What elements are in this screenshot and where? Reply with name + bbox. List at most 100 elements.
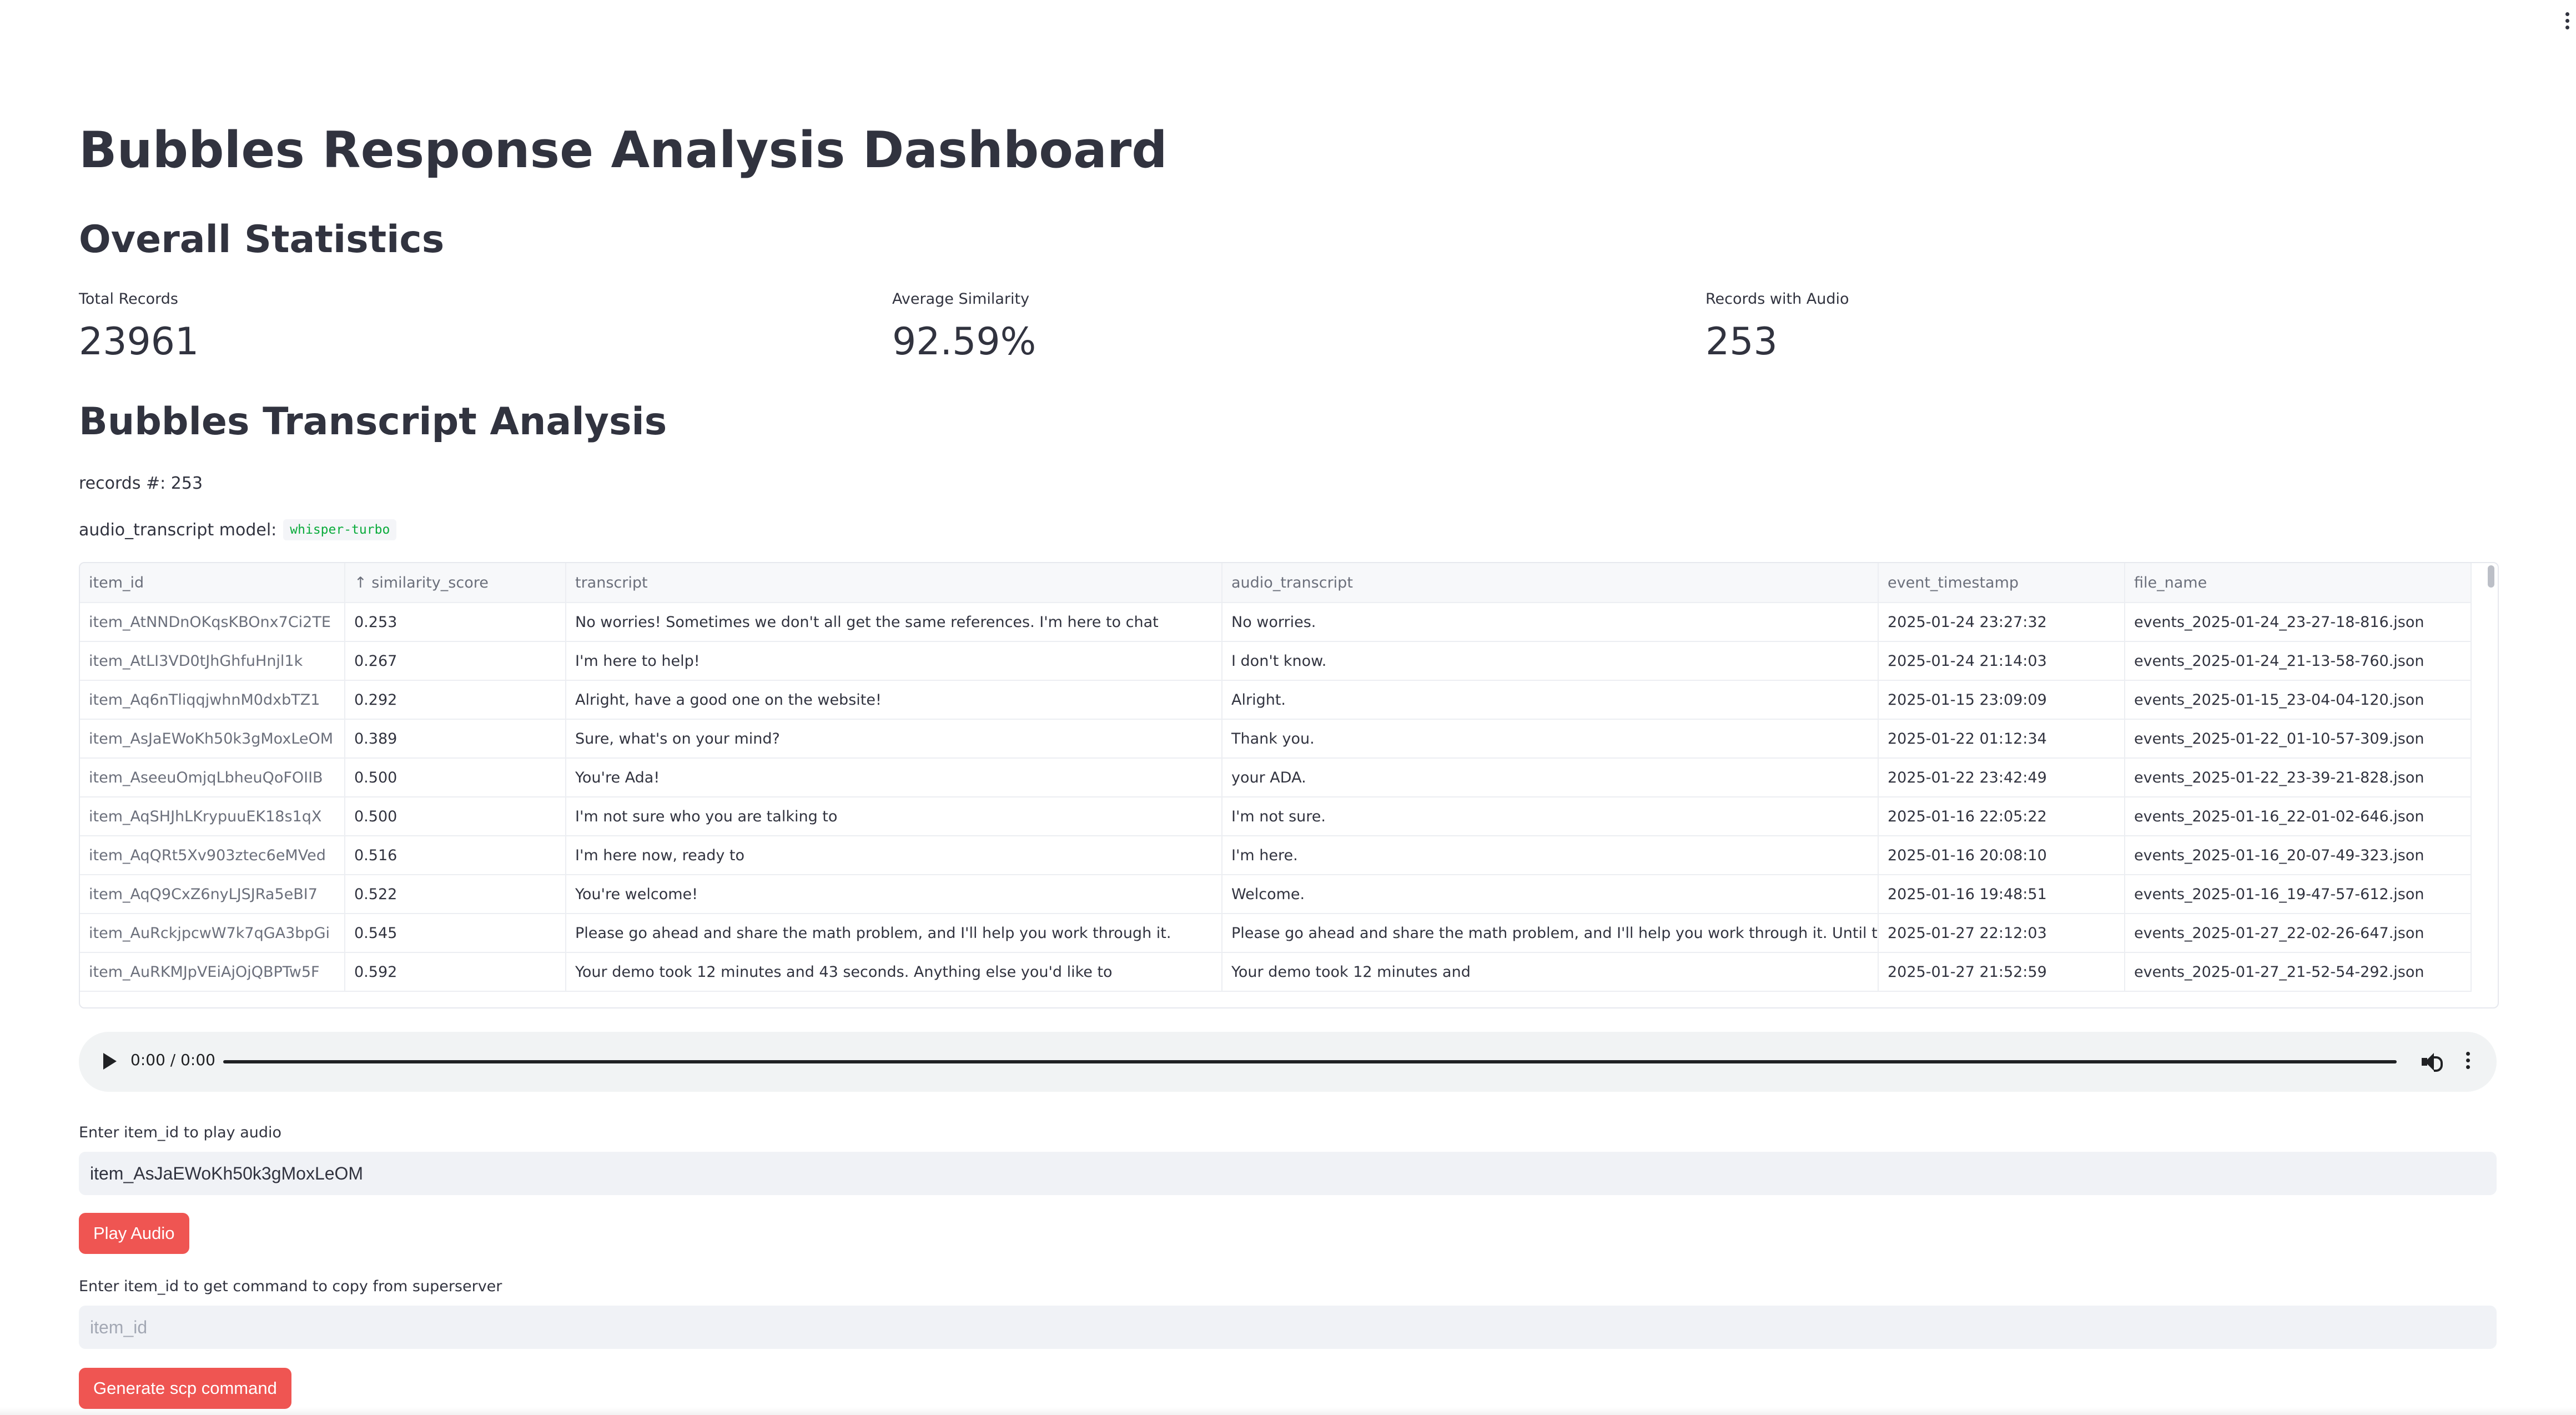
cell-file-name[interactable]: events_2025-01-27_21-52-54-292.json [2125, 952, 2472, 992]
cell-similarity-score[interactable]: 0.500 [345, 758, 566, 797]
table-row[interactable]: item_AqQRt5Xv903ztec6eMVed 0.516 I'm here … [80, 836, 2472, 875]
column-header-event-timestamp[interactable]: event_timestamp [1878, 563, 2125, 603]
metric-total-records: Total Records 23961 [79, 290, 199, 364]
generate-scp-button[interactable]: Generate scp command [79, 1368, 291, 1409]
cell-transcript[interactable]: You're Ada! [566, 758, 1222, 797]
cell-event-timestamp[interactable]: 2025-01-24 23:27:32 [1878, 603, 2125, 642]
cell-event-timestamp[interactable]: 2025-01-22 01:12:34 [1878, 719, 2125, 759]
model-name: whisper-turbo [283, 519, 397, 540]
cell-transcript[interactable]: I'm not sure who you are talking to [566, 797, 1222, 836]
cell-audio-transcript[interactable]: Alright. [1222, 680, 1879, 720]
audio-options-icon[interactable] [2466, 1052, 2471, 1072]
metric-records-with-audio: Records with Audio 253 [1705, 290, 1849, 364]
cell-item-id[interactable]: item_AqQRt5Xv903ztec6eMVed [80, 836, 345, 875]
cell-transcript[interactable]: Your demo took 12 minutes and 43 seconds… [566, 952, 1222, 992]
play-icon[interactable] [103, 1053, 117, 1070]
cell-file-name[interactable]: events_2025-01-24_21-13-58-760.json [2125, 641, 2472, 681]
table-row[interactable]: item_AseeuOmjqLbheuQoFOIIB 0.500 You're Ad… [80, 758, 2472, 797]
column-header-audio-transcript[interactable]: audio_transcript [1222, 563, 1879, 603]
table-row[interactable]: item_AtLI3VD0tJhGhfuHnjl1k 0.267 I'm here … [80, 641, 2472, 681]
play-item-id-input[interactable] [79, 1152, 2497, 1195]
cell-item-id[interactable]: item_AseeuOmjqLbheuQoFOIIB [80, 758, 345, 797]
cell-audio-transcript[interactable]: Welcome. [1222, 875, 1879, 914]
cell-similarity-score[interactable]: 0.522 [345, 875, 566, 914]
cell-item-id[interactable]: item_AqQ9CxZ6nyLJSJRa5eBI7 [80, 875, 345, 914]
cell-file-name[interactable]: events_2025-01-16_20-07-49-323.json [2125, 836, 2472, 875]
main-menu-icon[interactable] [2562, 12, 2573, 37]
cell-similarity-score[interactable]: 0.389 [345, 719, 566, 759]
cell-transcript[interactable]: I'm here to help! [566, 641, 1222, 681]
cell-file-name[interactable]: events_2025-01-16_19-47-57-612.json [2125, 875, 2472, 914]
cell-audio-transcript[interactable]: Thank you. [1222, 719, 1879, 759]
cell-transcript[interactable]: Please go ahead and share the math probl… [566, 914, 1222, 953]
cell-transcript[interactable]: You're welcome! [566, 875, 1222, 914]
cell-event-timestamp[interactable]: 2025-01-16 22:05:22 [1878, 797, 2125, 836]
cell-transcript[interactable]: I'm here now, ready to [566, 836, 1222, 875]
column-header-transcript[interactable]: transcript [566, 563, 1222, 603]
cell-audio-transcript[interactable]: No worries. [1222, 603, 1879, 642]
cell-event-timestamp[interactable]: 2025-01-24 21:14:03 [1878, 641, 2125, 681]
bottom-shadow [0, 1407, 2576, 1415]
cell-item-id[interactable]: item_AuRckjpcwW7k7qGA3bpGi [80, 914, 345, 953]
cell-item-id[interactable]: item_AuRKMJpVEiAjOjQBPTw5F [80, 952, 345, 992]
table-row[interactable]: item_Aq6nTliqqjwhnM0dxbTZ1 0.292 Alright, … [80, 680, 2472, 720]
cell-file-name[interactable]: events_2025-01-24_23-27-18-816.json [2125, 603, 2472, 642]
cell-event-timestamp[interactable]: 2025-01-22 23:42:49 [1878, 758, 2125, 797]
cell-file-name[interactable]: events_2025-01-15_23-04-04-120.json [2125, 680, 2472, 720]
cell-file-name[interactable]: events_2025-01-22_01-10-57-309.json [2125, 719, 2472, 759]
volume-icon[interactable] [2422, 1053, 2443, 1072]
cell-similarity-score[interactable]: 0.292 [345, 680, 566, 720]
table-row[interactable]: item_AuRKMJpVEiAjOjQBPTw5F 0.592 Your demo… [80, 952, 2472, 992]
table-row[interactable]: item_AqQ9CxZ6nyLJSJRa5eBI7 0.522 You're we… [80, 875, 2472, 914]
cell-audio-transcript[interactable]: Please go ahead and share the math probl… [1222, 914, 1879, 953]
transcript-table[interactable]: item_id ↑ similarity_score transcript au… [79, 562, 2499, 1008]
metric-label: Records with Audio [1705, 290, 1849, 308]
table-row[interactable]: item_AuRckjpcwW7k7qGA3bpGi 0.545 Please go… [80, 914, 2472, 953]
table-row[interactable]: item_AqSHJhLKrypuuEK18s1qX 0.500 I'm not s… [80, 797, 2472, 836]
cell-event-timestamp[interactable]: 2025-01-16 20:08:10 [1878, 836, 2125, 875]
column-header-file-name[interactable]: file_name [2125, 563, 2472, 603]
cell-similarity-score[interactable]: 0.267 [345, 641, 566, 681]
cell-item-id[interactable]: item_AsJaEWoKh50k3gMoxLeOM [80, 719, 345, 759]
cell-similarity-score[interactable]: 0.516 [345, 836, 566, 875]
cell-item-id[interactable]: item_Aq6nTliqqjwhnM0dxbTZ1 [80, 680, 345, 720]
column-header-item-id[interactable]: item_id [80, 563, 345, 603]
column-header-similarity-score[interactable]: ↑ similarity_score [345, 563, 566, 603]
play-item-id-label: Enter item_id to play audio [79, 1124, 282, 1141]
audio-time: 0:00 / 0:00 [130, 1051, 215, 1069]
metric-value: 253 [1705, 320, 1778, 364]
page-title: Bubbles Response Analysis Dashboard [79, 121, 1168, 179]
metric-label: Average Similarity [892, 290, 1030, 308]
cell-audio-transcript[interactable]: I'm not sure. [1222, 797, 1879, 836]
records-count: records #: 253 [79, 474, 203, 493]
cell-transcript[interactable]: Sure, what's on your mind? [566, 719, 1222, 759]
cell-file-name[interactable]: events_2025-01-27_22-02-26-647.json [2125, 914, 2472, 953]
cell-item-id[interactable]: item_AtLI3VD0tJhGhfuHnjl1k [80, 641, 345, 681]
metric-label: Total Records [79, 290, 178, 308]
audio-progress-bar[interactable] [223, 1060, 2397, 1063]
table-row[interactable]: item_AsJaEWoKh50k3gMoxLeOM 0.389 Sure, wha… [80, 719, 2472, 759]
cell-file-name[interactable]: events_2025-01-16_22-01-02-646.json [2125, 797, 2472, 836]
cell-event-timestamp[interactable]: 2025-01-16 19:48:51 [1878, 875, 2125, 914]
cell-audio-transcript[interactable]: I don't know. [1222, 641, 1879, 681]
table-row[interactable]: item_AtNNDnOKqsKBOnx7Ci2TE 0.253 No worrie… [80, 603, 2472, 642]
cell-similarity-score[interactable]: 0.500 [345, 797, 566, 836]
cell-audio-transcript[interactable]: your ADA. [1222, 758, 1879, 797]
table-scrollbar[interactable] [2488, 565, 2494, 588]
cell-file-name[interactable]: events_2025-01-22_23-39-21-828.json [2125, 758, 2472, 797]
cell-event-timestamp[interactable]: 2025-01-27 22:12:03 [1878, 914, 2125, 953]
cell-similarity-score[interactable]: 0.545 [345, 914, 566, 953]
cell-audio-transcript[interactable]: Your demo took 12 minutes and [1222, 952, 1879, 992]
cell-event-timestamp[interactable]: 2025-01-27 21:52:59 [1878, 952, 2125, 992]
cell-similarity-score[interactable]: 0.253 [345, 603, 566, 642]
cell-item-id[interactable]: item_AtNNDnOKqsKBOnx7Ci2TE [80, 603, 345, 642]
cell-audio-transcript[interactable]: I'm here. [1222, 836, 1879, 875]
cell-similarity-score[interactable]: 0.592 [345, 952, 566, 992]
scp-item-id-input[interactable] [79, 1306, 2497, 1349]
cell-transcript[interactable]: Alright, have a good one on the website! [566, 680, 1222, 720]
cell-item-id[interactable]: item_AqSHJhLKrypuuEK18s1qX [80, 797, 345, 836]
cell-event-timestamp[interactable]: 2025-01-15 23:09:09 [1878, 680, 2125, 720]
play-audio-button[interactable]: Play Audio [79, 1213, 189, 1254]
cell-transcript[interactable]: No worries! Sometimes we don't all get t… [566, 603, 1222, 642]
audio-player: 0:00 / 0:00 [79, 1032, 2497, 1092]
